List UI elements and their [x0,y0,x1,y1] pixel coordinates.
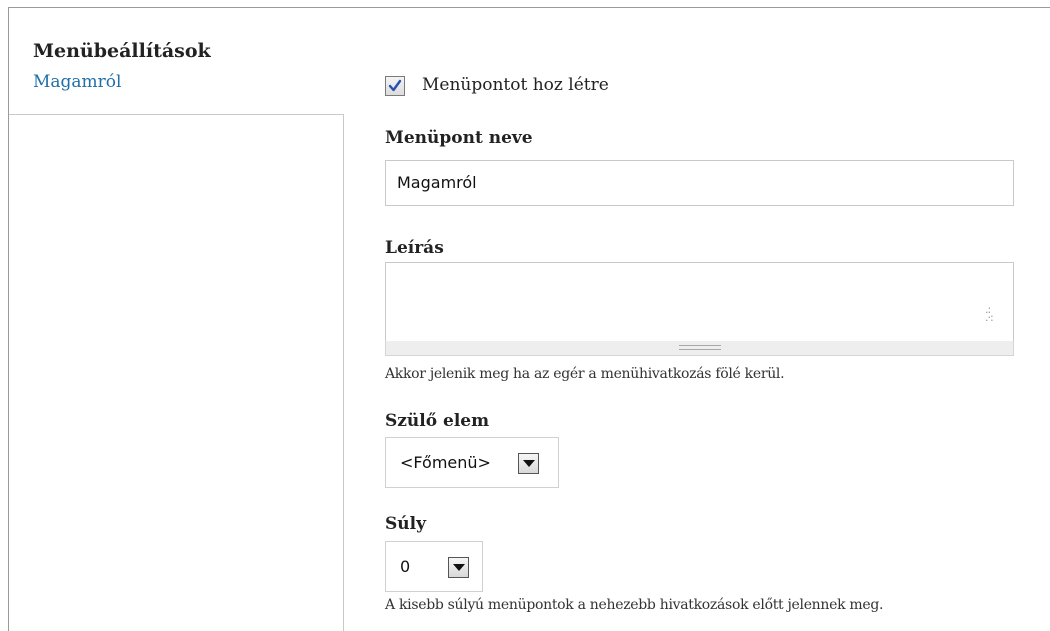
menu-title-input[interactable]: Magamról [385,160,1014,206]
create-menu-item-checkbox[interactable] [385,76,405,96]
description-label: Leírás [385,238,444,258]
menu-title-label: Menüpont neve [385,128,533,148]
create-menu-item-label[interactable]: Menüpontot hoz létre [422,75,609,95]
weight-label: Súly [385,514,426,534]
textarea-resize-grip[interactable] [385,341,1014,356]
weight-select[interactable]: 0 [385,541,483,592]
chevron-down-icon[interactable] [448,557,469,578]
weight-selected-value: 0 [400,557,411,576]
parent-item-label: Szülő elem [385,411,490,431]
vertical-tab-menu-settings[interactable]: Menübeállítások Magamról [9,8,344,115]
grip-lines-icon [679,345,721,350]
menu-settings-pane: Menüpontot hoz létre Menüpont neve Magam… [385,0,1025,631]
vertical-tabs-list: Menübeállítások Magamról [9,8,344,631]
parent-item-select[interactable]: <Főmenü> [385,437,559,488]
description-textarea[interactable] [385,262,1014,342]
vertical-tab-summary[interactable]: Magamról [33,72,121,92]
chevron-down-icon[interactable] [518,453,539,474]
parent-item-selected-value: <Főmenü> [400,453,491,472]
checkmark-icon [388,79,402,92]
vertical-tab-title[interactable]: Menübeállítások [33,40,211,62]
weight-help-text: A kisebb súlyú menüpontok a nehezebb hiv… [385,597,884,613]
description-help-text: Akkor jelenik meg ha az egér a menühivat… [385,366,785,382]
